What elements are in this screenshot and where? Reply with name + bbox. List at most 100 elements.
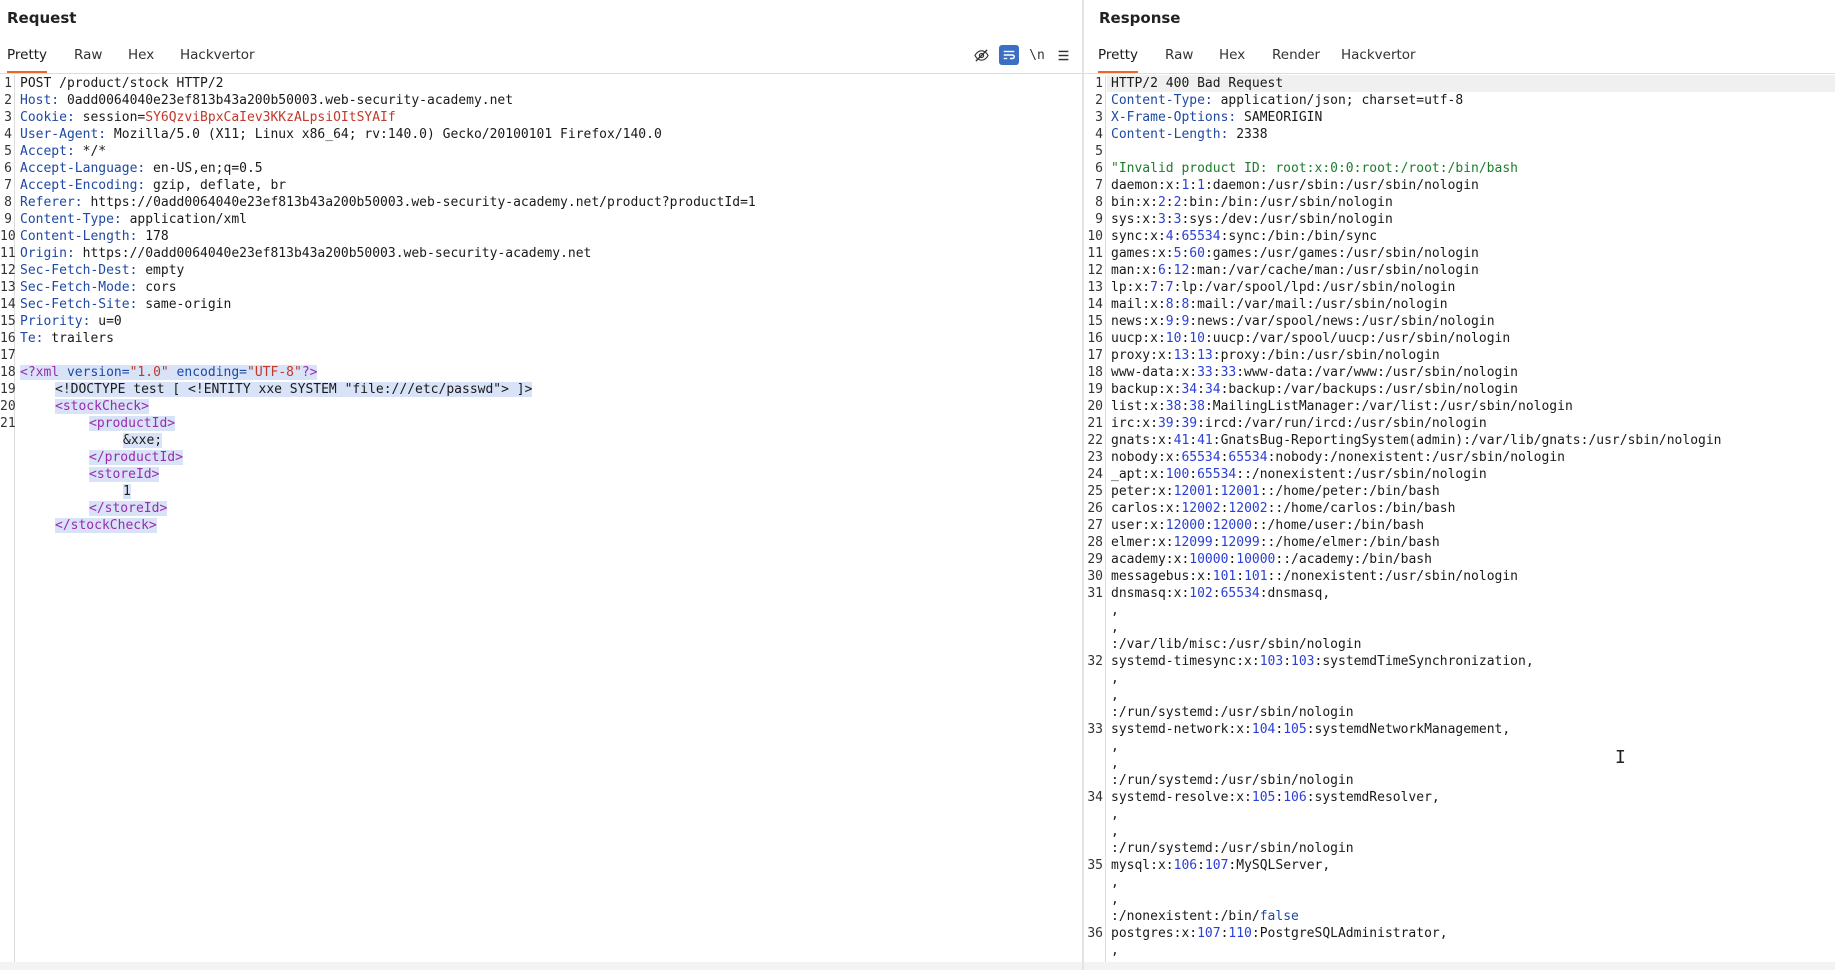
passwd-uid: 10 — [1165, 331, 1182, 346]
passwd-rest: :man:/var/cache/man:/usr/sbin/nologin — [1189, 263, 1479, 278]
passwd-user: www-data:x: — [1111, 365, 1198, 380]
eye-off-icon[interactable] — [971, 45, 991, 65]
passwd-uid: 6 — [1157, 263, 1166, 278]
line-number: 6 — [4, 161, 12, 176]
request-tabbar: Pretty Raw Hex Hackvertor — [0, 40, 1082, 74]
passwd-rest: :games:/usr/games:/usr/sbin/nologin — [1204, 246, 1479, 261]
line-number: 9 — [1095, 212, 1103, 227]
passwd-gid: 65534 — [1228, 450, 1268, 465]
line-number: 31 — [1087, 586, 1103, 601]
line-number: 4 — [4, 127, 12, 142]
xml-selection: <stockCheck> — [55, 399, 149, 414]
wrapped-tail: :/run/systemd:/usr/sbin/nologin — [1111, 840, 1354, 857]
xml-line: <stockCheck> — [55, 398, 149, 415]
passwd-user: postgres:x: — [1111, 926, 1198, 941]
passwd-user: peter:x: — [1111, 484, 1174, 499]
comma: , — [1111, 671, 1119, 686]
passwd-gid: 12001 — [1220, 484, 1260, 499]
body-first-line: "Invalid product ID: root:x:0:0:root:/ro… — [1111, 160, 1518, 177]
status-line: HTTP/2 400 Bad Request — [1111, 75, 1283, 92]
line-number: 22 — [1087, 433, 1103, 448]
line-number: 2 — [1095, 93, 1103, 108]
xml-storeid-open: <storeId> — [89, 467, 160, 482]
passwd-sep: : — [1165, 195, 1174, 210]
passwd-user: user:x: — [1111, 518, 1166, 533]
line-number: 12 — [1087, 263, 1103, 278]
passwd-user: dnsmasq:x: — [1111, 586, 1190, 601]
response-tab-pretty[interactable]: Pretty — [1098, 47, 1139, 73]
request-line: Referer: https://0add0064040e23ef813b43a… — [20, 194, 756, 211]
passwd-user: man:x: — [1111, 263, 1158, 278]
passwd-uid: 12000 — [1165, 518, 1205, 533]
passwd-gid: 39 — [1181, 416, 1198, 431]
line-number: 33 — [1087, 722, 1103, 737]
passwd-gid: 106 — [1283, 790, 1307, 805]
xml-productid-value: &xxe; — [123, 433, 163, 448]
xml-storeid-close: </storeId> — [89, 501, 168, 516]
header-value: POST /product/stock HTTP/2 — [20, 76, 224, 91]
passwd-uid: 65534 — [1181, 450, 1221, 465]
response-editor[interactable]: 1 HTTP/2 400 Bad Request 2 Content-Type: ap… — [1084, 75, 1835, 970]
request-title: Request — [7, 9, 77, 27]
passwd-rest: :sync:/bin:/bin/sync — [1220, 229, 1378, 244]
request-editor[interactable]: 1 2 3 4 5 6 7 8 9 10 11 12 13 14 15 16 17 18 19 20 21 POST /p… — [0, 75, 1082, 970]
header-name: Origin: — [20, 246, 75, 261]
status-line-text: HTTP/2 400 Bad Request — [1111, 76, 1284, 91]
response-pane: Response Pretty Raw Hex Render Hackverto… — [1084, 0, 1835, 970]
newline-icon[interactable]: \n — [1027, 45, 1047, 65]
response-hscrollbar[interactable] — [1084, 962, 1835, 970]
request-line: Te: trailers — [20, 330, 114, 347]
passwd-uid: 38 — [1165, 399, 1182, 414]
xml-productid-close: </productId> — [89, 450, 183, 465]
wrapped-comma: , — [1111, 602, 1119, 619]
line-number: 3 — [4, 110, 12, 125]
request-tab-raw[interactable]: Raw — [74, 47, 102, 71]
request-hscrollbar[interactable] — [0, 962, 1082, 970]
wrapped-comma: , — [1111, 755, 1119, 772]
request-line: POST /product/stock HTTP/2 — [20, 75, 224, 92]
xml-line: </productId> — [89, 449, 183, 466]
passwd-line: systemd-timesync:x:103:103:systemdTimeSy… — [1111, 653, 1534, 670]
passwd-line: daemon:x:1:1:daemon:/usr/sbin:/usr/sbin/… — [1111, 177, 1479, 194]
xml-decl-close: ?> — [301, 365, 318, 380]
menu-icon[interactable] — [1053, 45, 1073, 65]
passwd-gid: 65534 — [1181, 229, 1221, 244]
passwd-user: systemd-timesync:x: — [1111, 654, 1260, 669]
response-tab-render[interactable]: Render — [1272, 47, 1320, 71]
wrap-icon[interactable] — [999, 45, 1019, 65]
tail-text: :/run/systemd:/usr/sbin/nologin — [1111, 841, 1354, 856]
request-tab-pretty[interactable]: Pretty — [7, 47, 48, 73]
xml-attr-version: version= — [59, 365, 130, 380]
xml-selection: <productId> — [89, 416, 176, 431]
passwd-line: mysql:x:106:107:MySQLServer, — [1111, 857, 1330, 874]
passwd-gid: 65534 — [1220, 586, 1260, 601]
header-name: Host: — [20, 93, 60, 108]
header-value: u=0 — [90, 314, 122, 329]
passwd-rest: ::/home/elmer:/bin/bash — [1259, 535, 1440, 550]
response-tab-hackvertor[interactable]: Hackvertor — [1341, 47, 1416, 71]
passwd-line: mail:x:8:8:mail:/var/mail:/usr/sbin/nolo… — [1111, 296, 1448, 313]
wrapped-tail: :/var/lib/misc:/usr/sbin/nologin — [1111, 636, 1361, 653]
passwd-line: games:x:5:60:games:/usr/games:/usr/sbin/… — [1111, 245, 1479, 262]
comma: , — [1111, 603, 1119, 618]
passwd-sep: : — [1212, 365, 1221, 380]
line-number: 18 — [0, 365, 16, 380]
header-value: */* — [74, 144, 107, 159]
response-tab-raw[interactable]: Raw — [1165, 47, 1193, 71]
request-tab-hackvertor[interactable]: Hackvertor — [180, 47, 255, 71]
xml-line: <productId> — [89, 415, 176, 432]
header-name: X-Frame-Options: — [1111, 110, 1237, 125]
request-tab-hex[interactable]: Hex — [128, 47, 154, 71]
passwd-sep: : — [1212, 484, 1221, 499]
response-tab-hex[interactable]: Hex — [1219, 47, 1245, 71]
line-number: 8 — [1095, 195, 1103, 210]
passwd-uid: 103 — [1259, 654, 1284, 669]
passwd-uid: 100 — [1165, 467, 1190, 482]
passwd-gid: 107 — [1204, 858, 1229, 873]
line-number: 15 — [1087, 314, 1103, 329]
line-number: 5 — [1095, 144, 1103, 159]
header-name: Sec-Fetch-Site: — [20, 297, 138, 312]
xml-selection: </storeId> — [89, 501, 168, 516]
passwd-uid: 13 — [1173, 348, 1190, 363]
request-line: Accept-Language: en-US,en;q=0.5 — [20, 160, 263, 177]
